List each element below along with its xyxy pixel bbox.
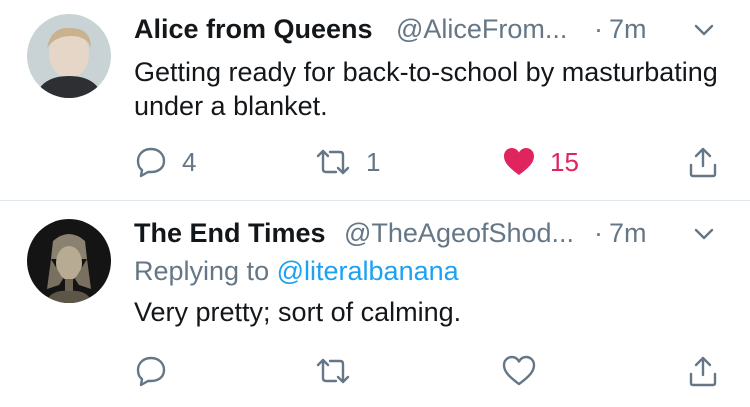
retweet-icon — [316, 358, 350, 384]
display-name[interactable]: The End Times — [134, 218, 326, 249]
retweet-icon — [316, 149, 350, 175]
action-bar: 4 1 15 — [0, 142, 750, 182]
chevron-down-icon[interactable] — [690, 218, 718, 250]
time-text: 7m — [609, 14, 647, 44]
tweet-header: Alice from Queens @AliceFrom... · 7m — [134, 14, 750, 50]
retweet-count: 1 — [366, 146, 381, 177]
tweet-end-times[interactable]: The End Times @TheAgeofShod... · 7m Reply… — [0, 201, 750, 407]
tweet-alice[interactable]: Alice from Queens @AliceFrom... · 7m Gett… — [0, 0, 750, 201]
user-handle[interactable]: @AliceFrom... — [396, 14, 567, 45]
retweet-button[interactable] — [314, 351, 352, 391]
avatar-alice[interactable] — [27, 14, 111, 98]
share-button[interactable] — [686, 142, 720, 182]
replying-to-handle[interactable]: @literalbanana — [277, 256, 459, 286]
replying-to-label: Replying to — [134, 256, 270, 286]
action-bar — [0, 351, 750, 391]
reply-button[interactable]: 4 — [134, 142, 196, 182]
heart-icon — [502, 355, 536, 386]
tweet-header: The End Times @TheAgeofShod... · 7m — [134, 218, 750, 254]
like-count: 15 — [550, 146, 579, 177]
separator-dot: · — [594, 14, 603, 44]
tweet-text: Getting ready for back-to-school by mast… — [134, 57, 718, 121]
reply-icon — [136, 356, 166, 387]
user-handle[interactable]: @TheAgeofShod... — [344, 218, 574, 249]
time-text: 7m — [609, 218, 647, 248]
reply-count: 4 — [182, 146, 197, 177]
avatar-end-times[interactable] — [27, 219, 111, 303]
timestamp[interactable]: · 7m — [594, 14, 647, 45]
separator-dot: · — [594, 218, 603, 248]
share-icon — [689, 356, 717, 387]
display-name[interactable]: Alice from Queens — [134, 14, 373, 45]
like-button[interactable] — [502, 351, 536, 391]
timestamp[interactable]: · 7m — [594, 218, 647, 249]
reply-button[interactable] — [134, 351, 168, 391]
share-icon — [689, 147, 717, 178]
chevron-down-icon[interactable] — [690, 14, 718, 46]
tweet-text: Very pretty; sort of calming. — [134, 297, 462, 327]
avatar-end-times-photo — [27, 219, 111, 303]
heart-icon — [504, 148, 534, 175]
avatar-alice-photo — [27, 14, 111, 98]
like-button[interactable]: 15 — [502, 142, 579, 182]
share-button[interactable] — [686, 351, 720, 391]
replying-to: Replying to @literalbanana — [134, 256, 459, 287]
retweet-button[interactable]: 1 — [314, 142, 380, 182]
reply-icon — [136, 147, 166, 178]
